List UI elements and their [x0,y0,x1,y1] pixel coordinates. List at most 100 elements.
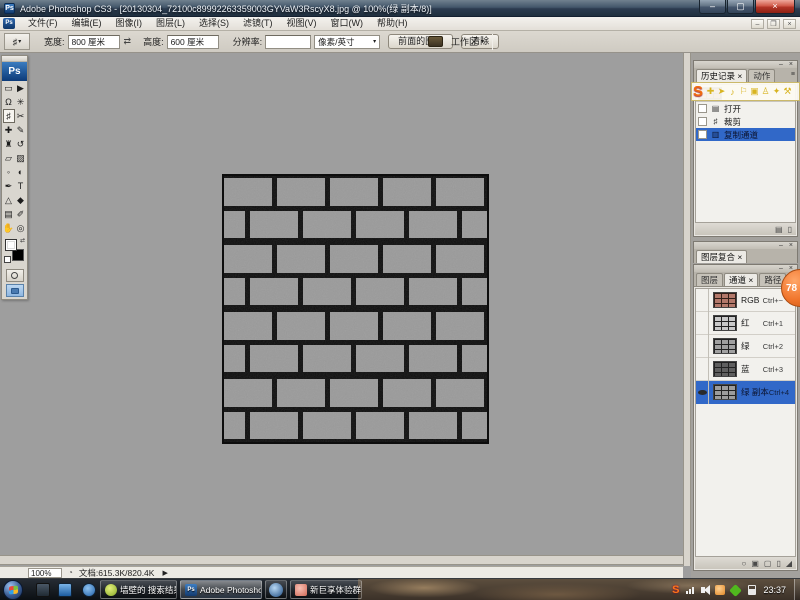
shape-tool[interactable]: ◆ [15,193,27,207]
history-source-checkbox[interactable] [698,117,707,126]
taskbar-pinned-icon-3[interactable] [82,583,96,597]
zoom-level-field[interactable]: 100% [28,567,62,578]
dodge-tool[interactable]: ◐ [15,165,27,179]
new-snapshot-icon[interactable]: ▤ [775,225,783,234]
menu-filter[interactable]: 滤镜(T) [236,17,280,30]
screenshot-tool-logo[interactable]: S [693,84,703,99]
menu-help[interactable]: 帮助(H) [370,17,415,30]
board-icon[interactable]: ▣ [749,86,760,97]
lasso-tool[interactable]: Ω [3,95,15,109]
visibility-toggle[interactable] [696,311,709,335]
delete-state-icon[interactable]: ▯ [788,225,792,234]
hand-tool[interactable]: ✋ [3,221,15,235]
panel-menu-icon[interactable]: ≡ [791,71,795,78]
quick-mask-button[interactable] [5,269,24,282]
menu-edit[interactable]: 编辑(E) [65,17,109,30]
swap-colors-icon[interactable]: ⇄ [20,237,25,244]
status-expand-icon[interactable]: ▶ [162,569,167,577]
visibility-toggle[interactable] [696,357,709,381]
arrow-icon[interactable]: ➤ [716,86,727,97]
channel-row-rgb[interactable]: RGB Ctrl+~ [696,289,795,312]
history-state-crop[interactable]: ♯ 裁剪 [696,115,795,128]
visibility-toggle[interactable] [696,334,709,358]
workspace-button[interactable]: 工作区 ▾ [451,35,484,48]
history-state-open[interactable]: ▤ 打开 [696,102,795,115]
tab-layers[interactable]: 图层 [696,273,724,286]
star-icon[interactable]: ✦ [771,86,782,97]
current-tool-button[interactable]: ♯ ▾ [4,33,30,50]
magic-wand-tool[interactable]: ✳ [15,95,27,109]
tray-app-icon-1[interactable] [715,585,726,595]
clone-stamp-tool[interactable]: ♜ [3,137,15,151]
taskbar-button-browser[interactable]: 墙壁的 搜索结果_36... [100,580,177,599]
tab-layer-comps[interactable]: 图层复合 × [696,250,748,263]
resolution-input[interactable] [265,34,312,49]
channel-row-blue[interactable]: 蓝 Ctrl+3 [696,357,795,381]
history-source-checkbox[interactable] [698,130,707,139]
resize-grip-icon[interactable]: ◢ [786,559,792,568]
move-tool[interactable]: ▶ [15,81,27,95]
crop-tool[interactable]: ♯ [2,109,15,123]
load-selection-icon[interactable]: ○ [741,559,746,568]
taskbar-button-photoshop[interactable]: Ps Adobe Photoshop ... [180,580,262,599]
menu-view[interactable]: 视图(V) [280,17,324,30]
history-brush-tool[interactable]: ↺ [15,137,27,151]
flag-icon[interactable]: ⚐ [738,86,749,97]
menu-layer[interactable]: 图层(L) [149,17,192,30]
taskbar-pinned-icon-2[interactable] [58,583,72,597]
document-image[interactable] [222,174,489,444]
brush-tool[interactable]: ✎ [15,123,27,137]
history-source-checkbox[interactable] [698,104,707,113]
volume-icon[interactable] [701,585,711,595]
annotate-plus-icon[interactable]: ✚ [705,86,716,97]
zoom-tool[interactable]: ◎ [15,221,27,235]
width-input[interactable] [67,34,120,49]
visibility-toggle[interactable] [696,289,709,312]
taskbar-clock[interactable]: 23:37 [763,585,786,595]
tools-icon[interactable]: ⚒ [782,86,793,97]
height-input[interactable] [166,34,219,49]
pen-tool[interactable]: ✒ [3,179,15,193]
vertical-scrollbar[interactable] [683,53,691,566]
tray-s-icon[interactable]: S [672,584,679,596]
menu-window[interactable]: 窗口(W) [324,17,371,30]
piece-icon[interactable]: ♙ [760,86,771,97]
panel-minimize-close[interactable]: – × [779,61,795,68]
tab-actions[interactable]: 动作 [748,69,776,82]
battery-icon[interactable] [748,585,757,595]
maximize-button[interactable]: ▢ [727,0,754,14]
taskbar-pinned-icon-1[interactable] [36,583,50,597]
type-tool[interactable]: T [15,179,27,193]
close-button[interactable]: × [755,0,795,14]
doc-minimize-button[interactable]: – [751,19,764,29]
horizontal-scrollbar[interactable] [0,555,683,565]
save-selection-icon[interactable]: ▣ [751,559,759,568]
tab-history[interactable]: 历史记录 × [696,69,748,82]
taskbar-button-chat[interactable]: 新巨享体验群等3个... [290,580,362,599]
doc-restore-button[interactable]: ❐ [767,19,780,29]
healing-brush-tool[interactable]: ✚ [3,123,15,137]
blur-tool[interactable]: ◦ [3,165,15,179]
channel-row-red[interactable]: 红 Ctrl+1 [696,311,795,335]
channel-row-green-copy[interactable]: 绿 副本 Ctrl+4 [696,380,795,404]
music-icon[interactable]: ♪ [727,87,738,97]
foreground-color-swatch[interactable] [5,239,17,251]
path-selection-tool[interactable]: △ [3,193,15,207]
menu-file[interactable]: 文件(F) [21,17,65,30]
swap-dimensions-icon[interactable]: ⇄ [124,36,132,47]
eyedropper-tool[interactable]: ✐ [15,207,27,221]
eraser-tool[interactable]: ▱ [3,151,15,165]
slice-tool[interactable]: ✂ [15,109,27,123]
default-colors-icon[interactable] [4,256,11,263]
new-channel-icon[interactable]: ▢ [764,559,772,568]
start-button[interactable] [3,580,23,600]
delete-channel-icon[interactable]: ▯ [776,559,780,568]
show-desktop-button[interactable] [794,579,800,600]
minimize-button[interactable]: – [699,0,726,14]
resolution-unit-select[interactable]: 像素/英寸 ▾ [314,34,381,49]
tab-channels[interactable]: 通道 × [724,273,759,286]
rectangular-marquee-tool[interactable]: ▭ [3,81,15,95]
visibility-toggle[interactable] [696,380,709,404]
panel-minimize-close[interactable]: – × [779,242,795,249]
gradient-tool[interactable]: ▨ [15,151,27,165]
